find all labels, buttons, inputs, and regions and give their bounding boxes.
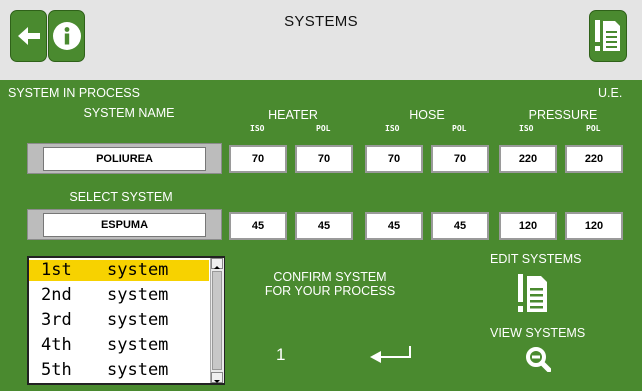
system-list[interactable]: 1st system 2nd system 3rd system 4th sys… [27, 256, 225, 385]
units-label: U.E. [598, 86, 623, 100]
heater-pol-label: POL [316, 124, 331, 133]
selected-hose-iso-value[interactable]: 45 [365, 212, 423, 240]
list-item-name: system [107, 360, 169, 380]
current-system-name-bar: POLIUREA [27, 143, 222, 174]
selected-heater-pol-value[interactable]: 45 [295, 212, 353, 240]
list-scrollbar[interactable] [210, 258, 224, 383]
list-item-name: system [107, 285, 169, 305]
list-item[interactable]: 4th system [29, 335, 209, 356]
list-item[interactable]: 2nd system [29, 285, 209, 306]
current-system-name: POLIUREA [43, 147, 206, 171]
system-name-label: SYSTEM NAME [83, 106, 175, 120]
current-hose-iso-value: 70 [365, 145, 423, 173]
document-button[interactable] [589, 10, 627, 62]
triangle-down-icon [214, 380, 220, 383]
pressure-iso-label: ISO [519, 124, 534, 133]
list-item[interactable]: 3rd system [29, 310, 209, 331]
list-item-name: system [107, 335, 169, 355]
scroll-down-button[interactable] [211, 372, 223, 383]
confirm-number: 1 [276, 345, 286, 364]
system-in-process-label: SYSTEM IN PROCESS [8, 86, 140, 100]
edit-systems-button[interactable] [518, 272, 548, 316]
heater-label: HEATER [268, 108, 318, 122]
view-systems-button[interactable] [525, 346, 552, 373]
list-item-ordinal: 4th [41, 335, 72, 355]
selected-system-name: ESPUMA [43, 213, 206, 237]
confirm-system-label: CONFIRM SYSTEM [273, 270, 387, 284]
selected-heater-iso-value[interactable]: 45 [229, 212, 287, 240]
heater-iso-label: ISO [250, 124, 265, 133]
confirm-enter-button[interactable] [366, 344, 416, 366]
list-item-ordinal: 5th [41, 360, 72, 380]
selected-hose-pol-value[interactable]: 45 [431, 212, 489, 240]
page-title: SYSTEMS [284, 13, 358, 30]
pressure-label: PRESSURE [528, 108, 598, 122]
list-item-ordinal: 1st [41, 260, 72, 280]
hose-label: HOSE [409, 108, 445, 122]
scroll-thumb[interactable] [212, 271, 222, 370]
hose-pol-label: POL [452, 124, 467, 133]
view-systems-label: VIEW SYSTEMS [490, 326, 586, 340]
select-system-label: SELECT SYSTEM [69, 190, 173, 204]
selected-system-name-bar[interactable]: ESPUMA [27, 209, 222, 240]
document-icon [518, 274, 547, 312]
header-bar: SYSTEMS [0, 0, 642, 80]
enter-arrow-icon [370, 346, 411, 363]
list-item[interactable]: 1st system [29, 260, 209, 281]
current-pressure-pol-value: 220 [565, 145, 623, 173]
selected-pressure-pol-value[interactable]: 120 [565, 212, 623, 240]
scroll-up-button[interactable] [211, 258, 223, 269]
current-hose-pol-value: 70 [431, 145, 489, 173]
edit-systems-label: EDIT SYSTEMS [490, 252, 582, 266]
current-pressure-iso-value: 220 [499, 145, 557, 173]
list-item-name: system [107, 310, 169, 330]
document-icon [595, 20, 620, 51]
list-item[interactable]: 5th system [29, 360, 209, 381]
list-item-name: system [107, 260, 169, 280]
current-heater-pol-value: 70 [295, 145, 353, 173]
magnifier-icon [526, 347, 552, 373]
confirm-process-label: FOR YOUR PROCESS [264, 284, 396, 298]
list-item-ordinal: 3rd [41, 310, 72, 330]
selected-pressure-iso-value[interactable]: 120 [499, 212, 557, 240]
current-heater-iso-value: 70 [229, 145, 287, 173]
list-item-ordinal: 2nd [41, 285, 72, 305]
pressure-pol-label: POL [586, 124, 601, 133]
hose-iso-label: ISO [385, 124, 400, 133]
